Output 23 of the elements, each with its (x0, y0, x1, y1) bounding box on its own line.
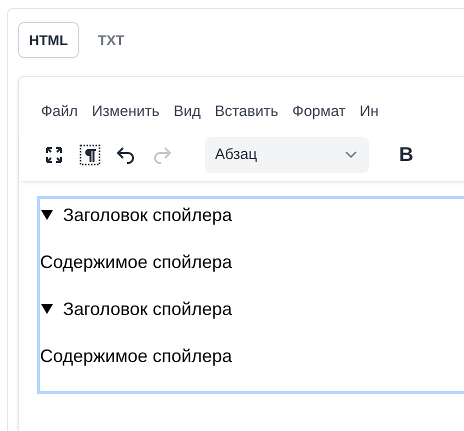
content-area[interactable]: Заголовок спойлера Содержимое спойлера Заголовок спойлера Содержимое спойлера (37, 196, 464, 394)
spoiler-content: Содержимое спойлера (40, 345, 232, 368)
dropdown-value: Абзац (215, 144, 258, 165)
spoiler-summary[interactable]: Заголовок спойлера (40, 295, 232, 323)
paragraph-mark-icon[interactable] (79, 144, 101, 166)
chevron-down-icon (345, 151, 357, 159)
bold-button[interactable]: B (399, 140, 414, 170)
spoiler-title: Заголовок спойлера (63, 298, 232, 321)
triangle-down-icon (41, 303, 53, 315)
menu-item[interactable]: Файл (35, 100, 84, 124)
menu-item[interactable]: Формат (286, 100, 352, 124)
menu-item[interactable]: Изменить (86, 100, 166, 124)
tab[interactable]: HTML (18, 22, 79, 58)
spoiler-content: Содержимое спойлера (40, 251, 232, 274)
menu-item[interactable]: Вид (168, 100, 207, 124)
triangle-down-icon (41, 209, 53, 221)
spoiler-summary[interactable]: Заголовок спойлера (40, 201, 232, 229)
fullscreen-icon[interactable] (43, 144, 65, 166)
tab[interactable]: TXT (86, 22, 136, 58)
spoiler-title: Заголовок спойлера (63, 204, 232, 227)
menu-item[interactable]: Ин (354, 100, 385, 124)
block-format-dropdown[interactable]: Абзац (205, 137, 369, 173)
menu-item[interactable]: Вставить (208, 100, 284, 124)
